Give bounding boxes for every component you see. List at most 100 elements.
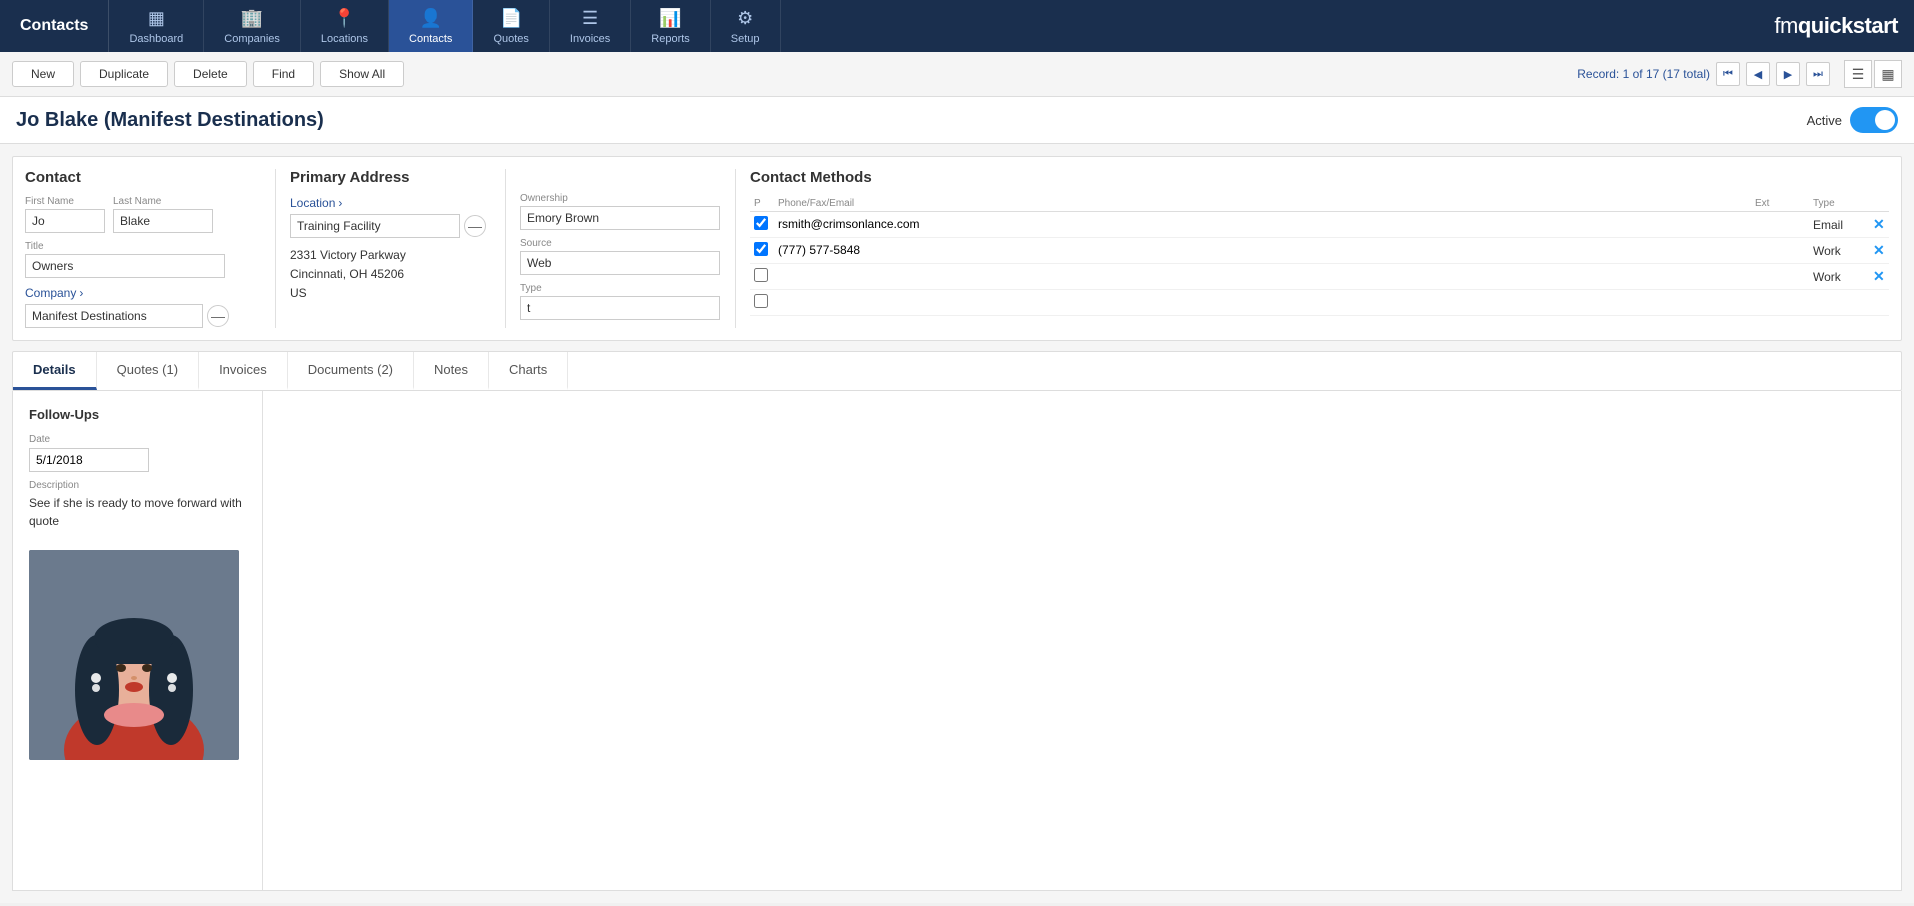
nav-item-locations[interactable]: 📍 Locations: [301, 0, 389, 52]
prev-record-button[interactable]: ◀: [1746, 62, 1770, 86]
nav-item-companies[interactable]: 🏢 Companies: [204, 0, 301, 52]
record-nav: Record: 1 of 17 (17 total) ⏮ ◀ ▶ ⏭: [1577, 62, 1830, 86]
next-record-button[interactable]: ▶: [1776, 62, 1800, 86]
contact-methods-title: Contact Methods: [750, 169, 1889, 186]
cm-value-input-1[interactable]: [778, 243, 1747, 258]
location-clear-button[interactable]: —: [464, 215, 486, 237]
type-field: Type: [520, 283, 725, 320]
cm-type-1: Work: [1809, 238, 1869, 264]
contacts-icon: 👤: [420, 8, 442, 29]
location-input[interactable]: [290, 214, 460, 238]
nav-label-setup: Setup: [731, 33, 760, 45]
address-line2: Cincinnati, OH 45206: [290, 265, 495, 284]
brand-fm: fm: [1774, 13, 1797, 38]
cm-delete-icon-0[interactable]: ✕: [1873, 216, 1885, 232]
cm-checkbox-1: [750, 238, 774, 264]
list-view-button[interactable]: ☰: [1844, 60, 1872, 88]
source-label: Source: [520, 238, 725, 249]
main-content: Contact First Name Last Name Title Compa…: [0, 144, 1914, 903]
location-field: —: [290, 214, 495, 238]
table-row: Work ✕: [750, 238, 1889, 264]
panels-row: Contact First Name Last Name Title Compa…: [12, 156, 1902, 341]
type-input[interactable]: [520, 296, 720, 320]
app-title: Contacts: [0, 0, 109, 52]
delete-button[interactable]: Delete: [174, 61, 247, 87]
last-name-input[interactable]: [113, 209, 213, 233]
companies-icon: 🏢: [241, 8, 263, 29]
tab-documents[interactable]: Documents (2): [288, 352, 414, 390]
cm-check-1[interactable]: [754, 242, 768, 256]
address-line3: US: [290, 284, 495, 303]
setup-icon: ⚙: [737, 8, 753, 29]
company-clear-button[interactable]: —: [207, 305, 229, 327]
ownership-input[interactable]: [520, 206, 720, 230]
show-all-button[interactable]: Show All: [320, 61, 404, 87]
nav-label-companies: Companies: [224, 33, 280, 45]
cm-ext-input-0[interactable]: [1755, 217, 1805, 232]
tab-invoices[interactable]: Invoices: [199, 352, 288, 390]
tab-charts[interactable]: Charts: [489, 352, 568, 390]
nav-item-setup[interactable]: ⚙ Setup: [711, 0, 781, 52]
nav-item-contacts[interactable]: 👤 Contacts: [389, 0, 473, 52]
cm-delete-0[interactable]: ✕: [1869, 212, 1889, 238]
cm-type-0: Email: [1809, 212, 1869, 238]
cm-delete-1[interactable]: ✕: [1869, 238, 1889, 264]
cm-check-2[interactable]: [754, 268, 768, 282]
cm-ext-input-2[interactable]: [1755, 269, 1805, 284]
cm-delete-icon-2[interactable]: ✕: [1873, 268, 1885, 284]
company-input[interactable]: [25, 304, 203, 328]
record-header: Jo Blake (Manifest Destinations) Active: [0, 97, 1914, 144]
cm-ext-1: [1751, 238, 1809, 264]
nav-item-dashboard[interactable]: ▦ Dashboard: [109, 0, 204, 52]
tab-quotes[interactable]: Quotes (1): [97, 352, 199, 390]
cm-value-3: [774, 290, 1751, 316]
nav-label-reports: Reports: [651, 33, 690, 45]
cm-ext-input-3[interactable]: [1755, 295, 1805, 310]
first-name-input[interactable]: [25, 209, 105, 233]
nav-item-quotes[interactable]: 📄 Quotes: [473, 0, 549, 52]
cm-delete-2[interactable]: ✕: [1869, 264, 1889, 290]
first-record-button[interactable]: ⏮: [1716, 62, 1740, 86]
location-link[interactable]: Location ›: [290, 196, 495, 210]
cm-col-type: Type: [1809, 196, 1869, 212]
brand-quickstart: quickstart: [1798, 13, 1898, 38]
find-button[interactable]: Find: [253, 61, 314, 87]
company-link-arrow: ›: [79, 286, 83, 300]
cm-value-input-2[interactable]: [778, 269, 1747, 284]
record-title: Jo Blake (Manifest Destinations): [16, 109, 1807, 132]
table-row: [750, 290, 1889, 316]
cm-delete-icon-1[interactable]: ✕: [1873, 242, 1885, 258]
ownership-panel: Ownership Source Type: [505, 169, 725, 328]
cm-ext-input-1[interactable]: [1755, 243, 1805, 258]
nav-label-dashboard: Dashboard: [129, 33, 183, 45]
active-toggle-switch[interactable]: [1850, 107, 1898, 133]
cm-checkbox-3: [750, 290, 774, 316]
cm-value-input-0[interactable]: [778, 217, 1747, 232]
cm-checkbox-0: [750, 212, 774, 238]
grid-view-button[interactable]: ▦: [1874, 60, 1902, 88]
location-link-arrow: ›: [338, 196, 342, 210]
first-name-field: First Name: [25, 196, 105, 233]
source-field: Source: [520, 238, 725, 275]
source-input[interactable]: [520, 251, 720, 275]
duplicate-button[interactable]: Duplicate: [80, 61, 168, 87]
company-link[interactable]: Company ›: [25, 286, 265, 300]
followup-desc-text: See if she is ready to move forward with…: [29, 494, 246, 530]
cm-check-0[interactable]: [754, 216, 768, 230]
cm-value-1: [774, 238, 1751, 264]
last-record-button[interactable]: ⏭: [1806, 62, 1830, 86]
new-button[interactable]: New: [12, 61, 74, 87]
nav-item-invoices[interactable]: ☰ Invoices: [550, 0, 631, 52]
tab-details[interactable]: Details: [13, 352, 97, 390]
contact-panel-title: Contact: [25, 169, 265, 186]
record-info: Record: 1 of 17 (17 total): [1577, 67, 1710, 81]
followup-date-input[interactable]: [29, 448, 149, 472]
tab-notes[interactable]: Notes: [414, 352, 489, 390]
nav-item-reports[interactable]: 📊 Reports: [631, 0, 711, 52]
cm-value-input-3[interactable]: [778, 295, 1747, 310]
ownership-field: Ownership: [520, 193, 725, 230]
table-row: Email ✕: [750, 212, 1889, 238]
title-input[interactable]: [25, 254, 225, 278]
nav-label-locations: Locations: [321, 33, 368, 45]
cm-check-3[interactable]: [754, 294, 768, 308]
